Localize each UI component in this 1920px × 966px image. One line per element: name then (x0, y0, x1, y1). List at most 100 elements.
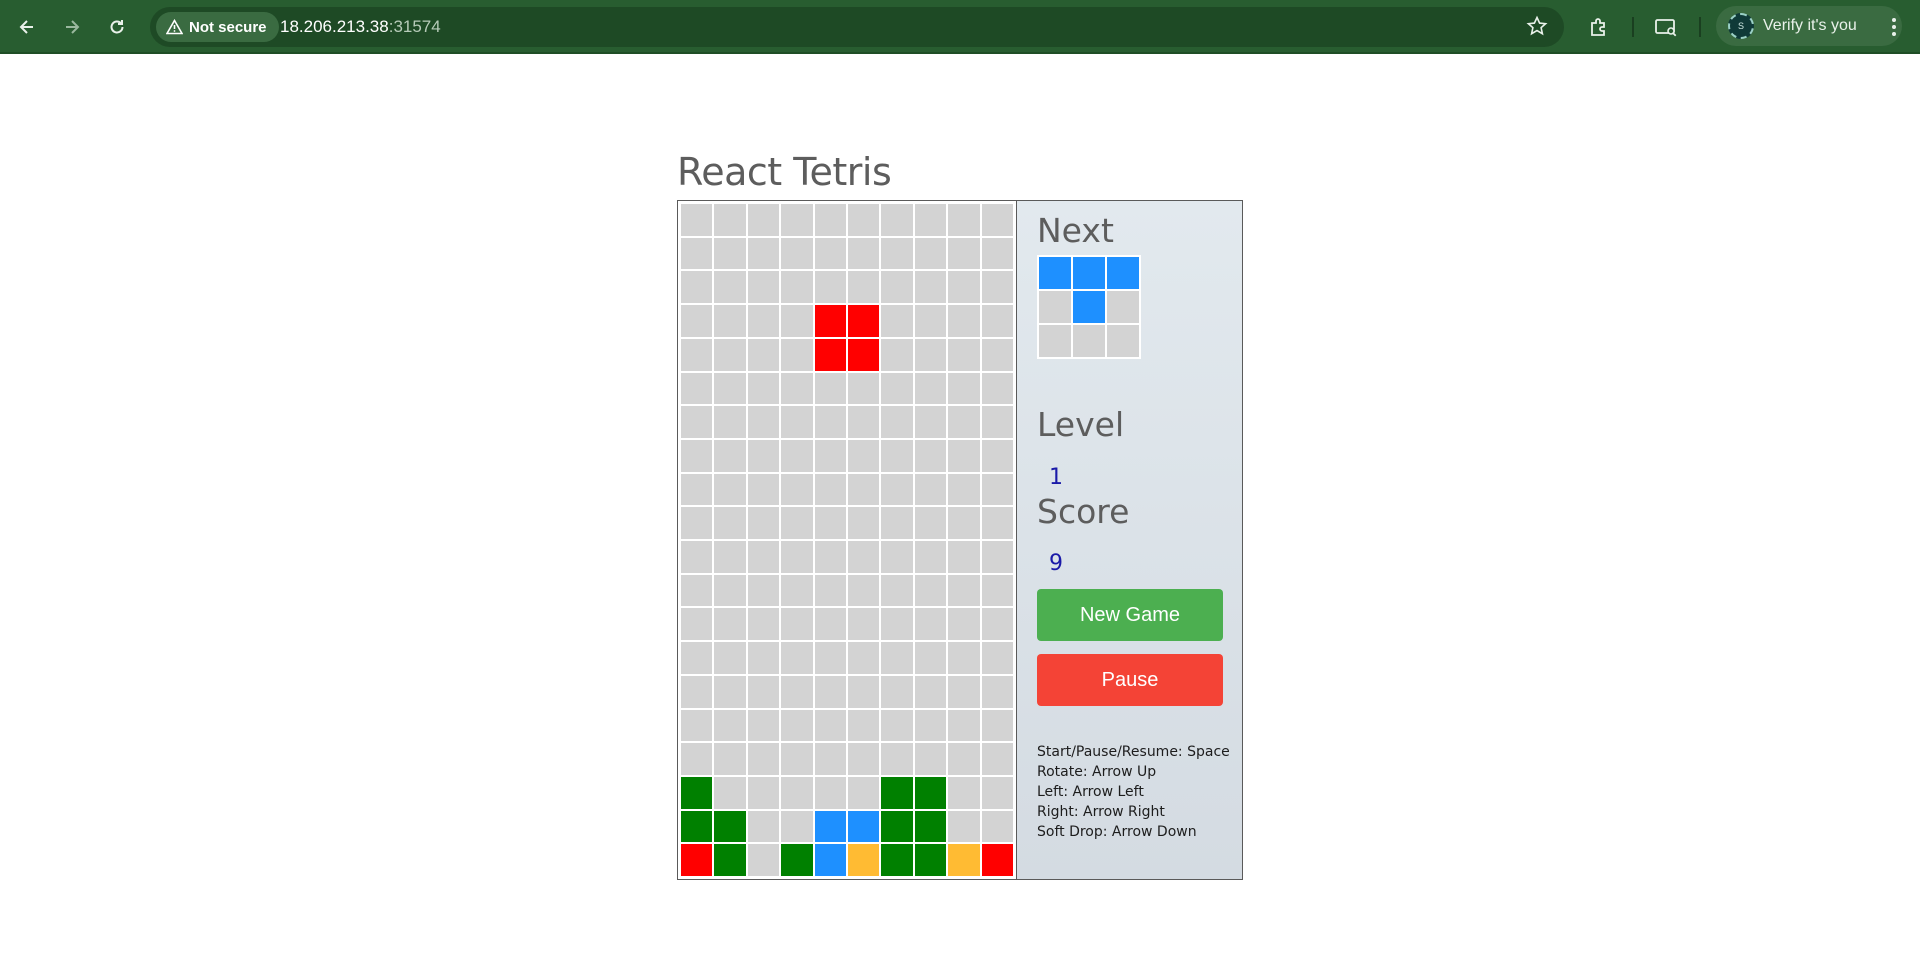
profile-label: Verify it's you (1763, 17, 1857, 34)
board-cell-empty (947, 270, 981, 305)
board-cell-empty (947, 337, 981, 372)
board-cell-empty (746, 540, 781, 574)
board-cell-filled (980, 843, 1014, 877)
board-cell-empty (780, 236, 814, 271)
board-cell-empty (880, 371, 914, 406)
board-cell-empty (746, 641, 781, 675)
board-cell-empty (980, 337, 1014, 372)
bookmark-button[interactable] (1526, 15, 1548, 41)
board-cell-empty (813, 674, 847, 709)
board-cell-empty (913, 438, 948, 473)
avatar: S (1728, 13, 1754, 39)
board-cell-empty (713, 438, 747, 473)
board-cell-empty (913, 607, 948, 642)
cast-button[interactable] (1650, 11, 1682, 43)
board-cell-empty (813, 203, 847, 237)
board-cell-empty (813, 506, 847, 540)
board-cell-empty (780, 270, 814, 305)
board-cell-empty (880, 337, 914, 372)
board-cell-empty (880, 304, 914, 338)
board-cell-empty (746, 270, 781, 305)
board-cell-filled (847, 843, 881, 877)
menu-icon (1892, 18, 1896, 36)
board-cell-empty (947, 203, 981, 237)
forward-icon (66, 20, 80, 34)
back-button[interactable] (11, 11, 43, 43)
board-cell-filled (780, 843, 814, 877)
score-value: 9 (1049, 551, 1063, 576)
board-cell-empty (947, 405, 981, 439)
board-cell-filled (680, 775, 714, 810)
controls-help: Start/Pause/Resume: Space Rotate: Arrow U… (1037, 742, 1230, 842)
board-cell-empty (980, 304, 1014, 338)
board-cell-filled (813, 304, 847, 338)
game-board[interactable] (678, 201, 1017, 879)
reload-button[interactable] (101, 11, 133, 43)
board-cell-empty (880, 573, 914, 608)
board-cell-empty (813, 540, 847, 574)
board-cell-empty (713, 203, 747, 237)
board-cell-empty (980, 371, 1014, 406)
board-cell-empty (680, 337, 714, 372)
board-cell-empty (947, 438, 981, 473)
board-cell-empty (813, 607, 847, 642)
board-cell-empty (680, 371, 714, 406)
board-cell-empty (847, 742, 881, 776)
board-cell-empty (713, 270, 747, 305)
board-cell-empty (680, 607, 714, 642)
board-cell-empty (913, 540, 948, 574)
board-cell-empty (947, 674, 981, 709)
board-cell-empty (980, 236, 1014, 271)
board-cell-filled (713, 809, 747, 844)
board-cell-empty (847, 236, 881, 271)
address-bar[interactable]: Not secure 18.206.213.38:31574 (150, 7, 1564, 47)
board-cell-empty (780, 641, 814, 675)
board-cell-empty (813, 573, 847, 608)
board-cell-empty (746, 674, 781, 709)
new-game-button[interactable]: New Game (1037, 589, 1223, 641)
pause-button[interactable]: Pause (1037, 654, 1223, 706)
forward-button[interactable] (56, 11, 88, 43)
board-cell-empty (813, 708, 847, 743)
board-cell-empty (746, 371, 781, 406)
profile-button[interactable]: S Verify it's you (1716, 6, 1902, 46)
preview-cell-filled (1106, 256, 1140, 290)
url-host: 18.206.213.38 (280, 17, 389, 36)
extensions-button[interactable] (1583, 11, 1615, 43)
board-cell-empty (980, 506, 1014, 540)
board-cell-empty (780, 337, 814, 372)
board-cell-empty (680, 472, 714, 507)
board-cell-empty (780, 405, 814, 439)
preview-cell-filled (1038, 256, 1072, 290)
board-cell-empty (746, 203, 781, 237)
board-cell-empty (746, 236, 781, 271)
board-cell-empty (813, 641, 847, 675)
board-cell-empty (713, 371, 747, 406)
board-cell-empty (780, 304, 814, 338)
toolbar-divider (1632, 17, 1634, 37)
board-cell-empty (713, 405, 747, 439)
next-piece-preview (1037, 255, 1141, 359)
board-cell-empty (680, 674, 714, 709)
board-cell-empty (847, 540, 881, 574)
board-cell-empty (713, 775, 747, 810)
board-cell-empty (780, 573, 814, 608)
board-cell-empty (947, 236, 981, 271)
board-cell-empty (813, 472, 847, 507)
board-cell-empty (746, 573, 781, 608)
board-cell-empty (680, 540, 714, 574)
board-cell-empty (913, 506, 948, 540)
board-cell-empty (913, 270, 948, 305)
board-cell-empty (780, 371, 814, 406)
board-cell-empty (947, 607, 981, 642)
side-panel: Next Level 1 Score 9 New Game Pause Star… (1017, 201, 1242, 879)
browser-menu-button[interactable] (1878, 11, 1910, 43)
board-cell-empty (847, 506, 881, 540)
security-indicator[interactable]: Not secure (156, 12, 279, 42)
preview-cell-empty (1106, 290, 1140, 324)
board-cell-empty (947, 573, 981, 608)
preview-cell-filled (1072, 290, 1106, 324)
url-text[interactable]: 18.206.213.38:31574 (280, 17, 441, 37)
board-cell-empty (913, 472, 948, 507)
board-cell-empty (980, 270, 1014, 305)
